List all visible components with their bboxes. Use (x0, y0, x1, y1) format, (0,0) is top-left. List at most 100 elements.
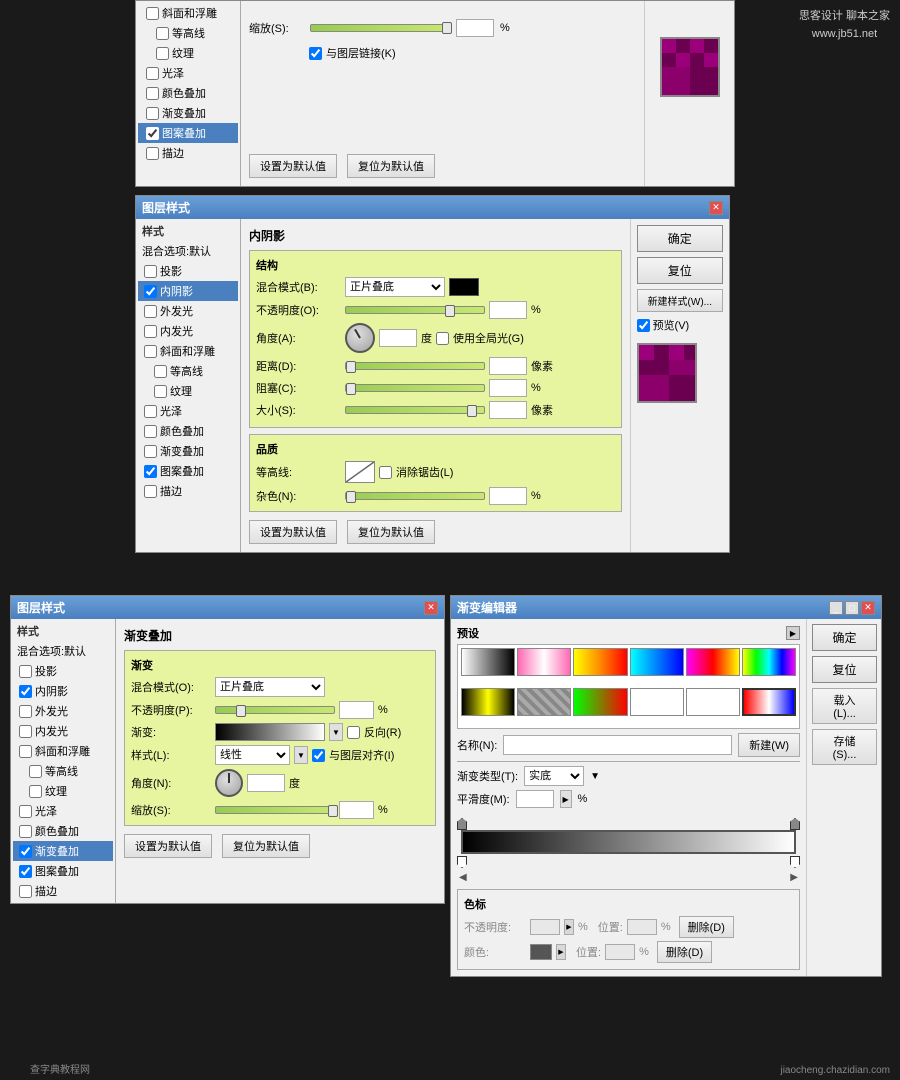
angle-dial-1[interactable] (345, 323, 375, 353)
preset-item-10[interactable] (630, 688, 684, 716)
sidebar1-item-pattern-overlay[interactable]: 图案叠加 (138, 461, 238, 481)
sidebar1-item-contour[interactable]: 等高线 (138, 361, 238, 381)
sidebar1-item-stroke[interactable]: 描边 (138, 481, 238, 501)
preset-item-1[interactable] (461, 648, 515, 676)
color-stop-right[interactable] (790, 856, 800, 868)
sidebar1-item-shadow[interactable]: 投影 (138, 261, 238, 281)
sidebar1-item-outer-glow[interactable]: 外发光 (138, 301, 238, 321)
gt-dropdown-arrow[interactable]: ▼ (590, 771, 600, 782)
sidebar-item-gradient-overlay-top[interactable]: 渐变叠加 (138, 103, 238, 123)
ge-confirm-btn[interactable]: 确定 (812, 624, 877, 651)
cs-delete-btn-1[interactable]: 删除(D) (679, 916, 734, 938)
sidebar2-item-gradient-overlay[interactable]: 渐变叠加 (13, 841, 113, 861)
sidebar1-item-default[interactable]: 混合选项:默认 (138, 241, 238, 261)
sidebar2-item-inner-glow[interactable]: 内发光 (13, 721, 113, 741)
gradient-picker-2[interactable] (215, 723, 325, 741)
gradient-bar[interactable] (461, 830, 796, 854)
reset-default-btn-1[interactable]: 复位为默认值 (347, 520, 435, 544)
sidebar2-item-gloss[interactable]: 光泽 (13, 801, 113, 821)
set-default-btn-1[interactable]: 设置为默认值 (249, 520, 337, 544)
ge-reset-btn[interactable]: 复位 (812, 656, 877, 683)
gradient-dropdown-arrow-2[interactable]: ▼ (329, 723, 343, 741)
sidebar2-item-pattern-overlay[interactable]: 图案叠加 (13, 861, 113, 881)
set-default-btn-2[interactable]: 设置为默认值 (124, 834, 212, 858)
preset-item-4[interactable] (630, 648, 684, 676)
blend-mode-dropdown-2[interactable]: 正片叠底 (215, 677, 325, 697)
preset-item-2[interactable] (517, 648, 571, 676)
reset-default-btn-2[interactable]: 复位为默认值 (222, 834, 310, 858)
cs-color-swatch[interactable] (530, 944, 552, 960)
blend-mode-dropdown-1[interactable]: 正片叠底 (345, 277, 445, 297)
align-dropdown-arrow-2[interactable]: ▼ (294, 746, 308, 764)
preview-checkbox-1[interactable] (637, 319, 650, 332)
sidebar2-item-contour[interactable]: 等高线 (13, 761, 113, 781)
cs-opacity-input[interactable] (530, 919, 560, 935)
sidebar1-item-gloss[interactable]: 光泽 (138, 401, 238, 421)
sidebar-item-stroke-top[interactable]: 描边 (138, 143, 238, 163)
name-input[interactable]: Custom (503, 735, 732, 755)
reset-default-btn-top[interactable]: 复位为默认值 (347, 154, 435, 178)
color-stop-left[interactable] (457, 856, 467, 868)
style-dropdown-2[interactable]: 线性 (215, 745, 290, 765)
smoothness-input[interactable]: 100 (516, 790, 554, 808)
new-gradient-btn[interactable]: 新建(W) (738, 733, 800, 757)
opacity-stop-left[interactable] (457, 818, 467, 830)
preset-scroll-arrow[interactable]: ▶ (786, 626, 800, 640)
sidebar-item-gloss-top[interactable]: 光泽 (138, 63, 238, 83)
sidebar2-item-bevel[interactable]: 斜面和浮雕 (13, 741, 113, 761)
sidebar2-item-inner-shadow[interactable]: 内阴影 (13, 681, 113, 701)
minimize-btn-ge[interactable]: _ (829, 601, 843, 615)
sidebar2-item-shadow[interactable]: 投影 (13, 661, 113, 681)
cs-position-input-2[interactable] (605, 944, 635, 960)
ge-save-btn[interactable]: 存储(S)... (812, 729, 877, 765)
preset-item-9[interactable] (573, 688, 627, 716)
close-btn-1[interactable]: ✕ (709, 201, 723, 215)
cs-position-input-1[interactable] (627, 919, 657, 935)
angle-input-1[interactable]: 120 (379, 329, 417, 347)
sidebar1-item-inner-glow[interactable]: 内发光 (138, 321, 238, 341)
sidebar-item-bevel[interactable]: 斜面和浮雕 (138, 3, 238, 23)
preset-item-11[interactable] (686, 688, 740, 716)
choke-input-1[interactable]: 0 (489, 379, 527, 397)
cs-color-arrow[interactable]: ▶ (556, 944, 566, 960)
confirm-btn-1[interactable]: 确定 (637, 225, 723, 252)
opacity-input-1[interactable]: 75 (489, 301, 527, 319)
blend-color-swatch-1[interactable] (449, 278, 479, 296)
maximize-btn-ge[interactable]: □ (845, 601, 859, 615)
sidebar1-item-bevel[interactable]: 斜面和浮雕 (138, 341, 238, 361)
sidebar2-item-texture[interactable]: 纹理 (13, 781, 113, 801)
link-checkbox[interactable] (309, 47, 322, 60)
sidebar2-item-stroke[interactable]: 描边 (13, 881, 113, 901)
reverse-checkbox-2[interactable] (347, 726, 360, 739)
sidebar2-item-default[interactable]: 混合选项:默认 (13, 641, 113, 661)
new-style-btn-1[interactable]: 新建样式(W)... (637, 289, 723, 312)
cs-delete-btn-2[interactable]: 删除(D) (657, 941, 712, 963)
preset-item-3[interactable] (573, 648, 627, 676)
global-light-checkbox-1[interactable] (436, 332, 449, 345)
sidebar2-item-outer-glow[interactable]: 外发光 (13, 701, 113, 721)
opacity-stop-right[interactable] (790, 818, 800, 830)
distance-input-1[interactable]: 0 (489, 357, 527, 375)
cs-opacity-stepper[interactable]: ▶ (564, 919, 574, 935)
preset-item-12[interactable] (742, 688, 796, 716)
anti-alias-checkbox-1[interactable] (379, 466, 392, 479)
reset-btn-1[interactable]: 复位 (637, 257, 723, 284)
sidebar1-item-gradient-overlay[interactable]: 渐变叠加 (138, 441, 238, 461)
ge-load-btn[interactable]: 载入(L)... (812, 688, 877, 724)
sidebar-item-color-overlay-top[interactable]: 颜色叠加 (138, 83, 238, 103)
angle-dial-2[interactable] (215, 769, 243, 797)
noise-input-1[interactable]: 0 (489, 487, 527, 505)
contour-preview-1[interactable] (345, 461, 375, 483)
close-btn-ge[interactable]: ✕ (861, 601, 875, 615)
sidebar1-item-texture[interactable]: 纹理 (138, 381, 238, 401)
sidebar-item-pattern-overlay-top[interactable]: 图案叠加 (138, 123, 238, 143)
set-default-btn-top[interactable]: 设置为默认值 (249, 154, 337, 178)
smoothness-stepper[interactable]: ▶ (560, 790, 572, 808)
gradient-type-dropdown[interactable]: 实底 (524, 766, 584, 786)
sidebar1-item-color-overlay[interactable]: 颜色叠加 (138, 421, 238, 441)
scale-input-2[interactable]: 100 (339, 801, 374, 819)
preset-item-6[interactable] (742, 648, 796, 676)
angle-input-2[interactable]: 90 (247, 774, 285, 792)
size-input-1[interactable]: 139 (489, 401, 527, 419)
sidebar-item-texture-indent[interactable]: 纹理 (138, 43, 238, 63)
